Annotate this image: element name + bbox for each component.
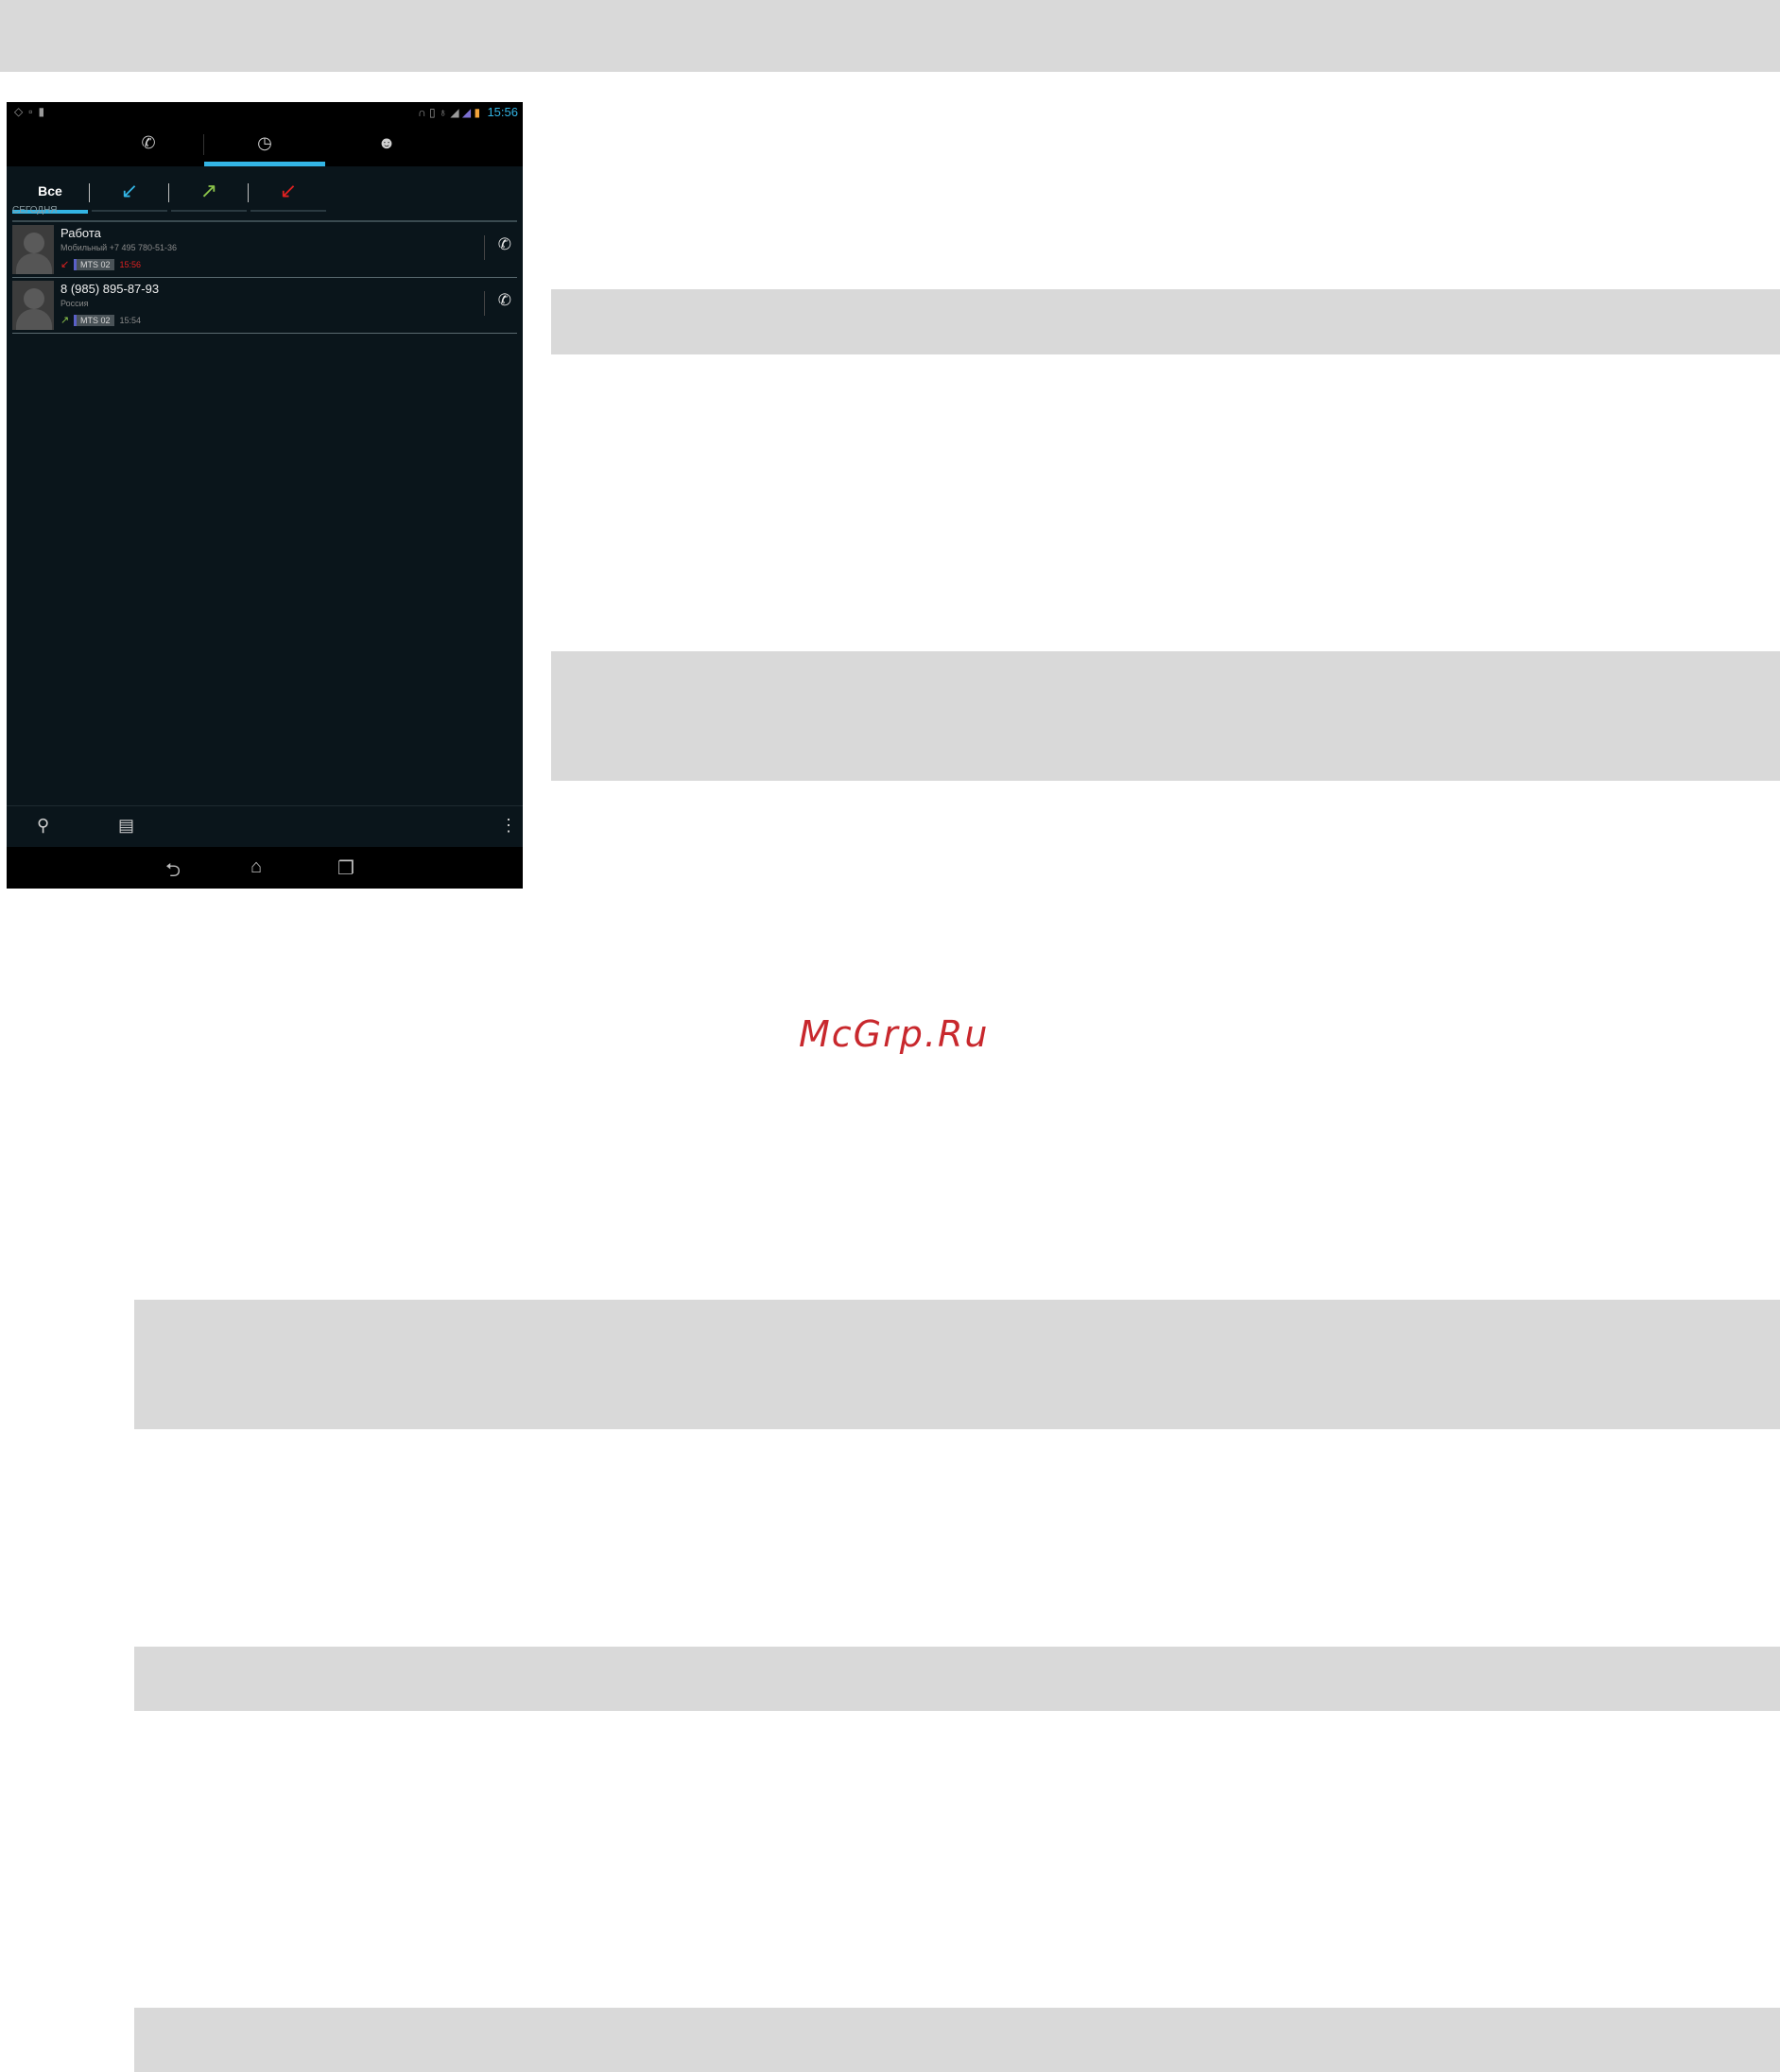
row-divider [484,291,485,316]
sim-badge: MTS 02 [74,259,114,270]
section-header-today: СЕГОДНЯ [12,205,517,222]
filter-divider [248,183,249,202]
redacted-band-lower-2 [134,1647,1780,1711]
outgoing-arrow-icon: ↗ [199,179,218,202]
caller-name: 8 (985) 895-87-93 [60,282,160,296]
signal-icon: ◢ [450,106,459,119]
redacted-band-top [0,0,1780,72]
call-time: 15:56 [119,260,142,269]
filter-divider [168,183,169,202]
watermark: McGrp.Ru [799,1013,990,1055]
phone-icon: ✆ [497,291,511,309]
redacted-band-right-2 [551,651,1780,781]
status-left-icons: ◇▫▮ [14,105,50,118]
call-log-row[interactable]: Работа Мобильный +7 495 780-51-36 ↙ MTS 0… [12,222,517,278]
overflow-menu-icon[interactable]: ⋮ [500,816,517,836]
caller-location: Россия [60,299,89,308]
missed-arrow-icon: ↙ [279,179,298,202]
avatar-head [24,288,44,309]
call-meta: ↙ MTS 02 15:56 [60,258,141,271]
vibrate-icon: ▯ [429,106,436,119]
avatar[interactable] [12,225,54,274]
tab-call-log[interactable]: ◷ [204,123,325,166]
avatar[interactable] [12,281,54,330]
image-icon: ▫ [28,105,39,118]
tab-contacts[interactable]: ☻ [326,123,447,166]
tab-dialer[interactable]: ✆ [88,123,209,166]
battery-icon: ▮ [474,106,481,119]
call-button[interactable]: ✆ [498,291,511,310]
recents-icon[interactable]: ❐ [337,856,354,880]
status-right-icons: ∩ ▯ ♁ ◢ ◢ ▮ 15:56 [418,105,518,119]
sim-badge: MTS 02 [74,315,114,326]
redacted-band-right-1 [551,289,1780,354]
outgoing-call-icon: ↗ [60,315,70,326]
redacted-band-lower-1 [134,1300,1780,1429]
headset-icon: ∩ [418,106,426,119]
battery-small-icon: ▮ [38,105,51,118]
phone-screenshot: ◇▫▮ ∩ ▯ ♁ ◢ ◢ ▮ 15:56 ✆ ◷ ☻ Все ↙ ↗ ↙ СЕ… [7,102,523,889]
incoming-arrow-icon: ↙ [120,179,139,202]
row-divider [484,235,485,260]
caller-name: Работа [60,226,101,240]
search-icon[interactable]: ⚲ [37,816,49,836]
filter-all-label: Все [38,183,62,199]
phone-icon: ✆ [141,133,156,152]
redacted-band-lower-3 [134,2008,1780,2072]
clock-icon: ◷ [257,133,272,152]
filter-divider [89,183,90,202]
avatar-head [24,233,44,253]
call-time: 15:54 [119,316,142,325]
location-icon: ◇ [14,105,29,118]
phone-icon: ✆ [497,235,511,253]
back-icon[interactable]: ⮌ [165,856,181,889]
avatar-body [16,253,52,274]
call-meta: ↗ MTS 02 15:54 [60,314,141,327]
status-time: 15:56 [487,105,518,119]
call-button[interactable]: ✆ [498,235,511,254]
bottom-action-bar: ⚲ ▤ ⋮ [7,805,523,848]
call-log-row[interactable]: 8 (985) 895-87-93 Россия ↗ MTS 02 15:54 ✆ [12,278,517,334]
status-bar: ◇▫▮ ∩ ▯ ♁ ◢ ◢ ▮ 15:56 [7,102,523,123]
main-tabs: ✆ ◷ ☻ [7,123,523,166]
navigation-bar: ⮌ ⌂ ❐ [7,847,523,889]
home-icon[interactable]: ⌂ [251,856,262,878]
sim-card-icon[interactable]: ▤ [118,816,134,836]
alarm-icon: ♁ [439,106,447,119]
avatar-body [16,309,52,330]
caller-number: Мобильный +7 495 780-51-36 [60,243,178,252]
contact-icon: ☻ [377,133,396,152]
signal-icon: ◢ [461,106,472,119]
missed-call-icon: ↙ [60,259,70,270]
